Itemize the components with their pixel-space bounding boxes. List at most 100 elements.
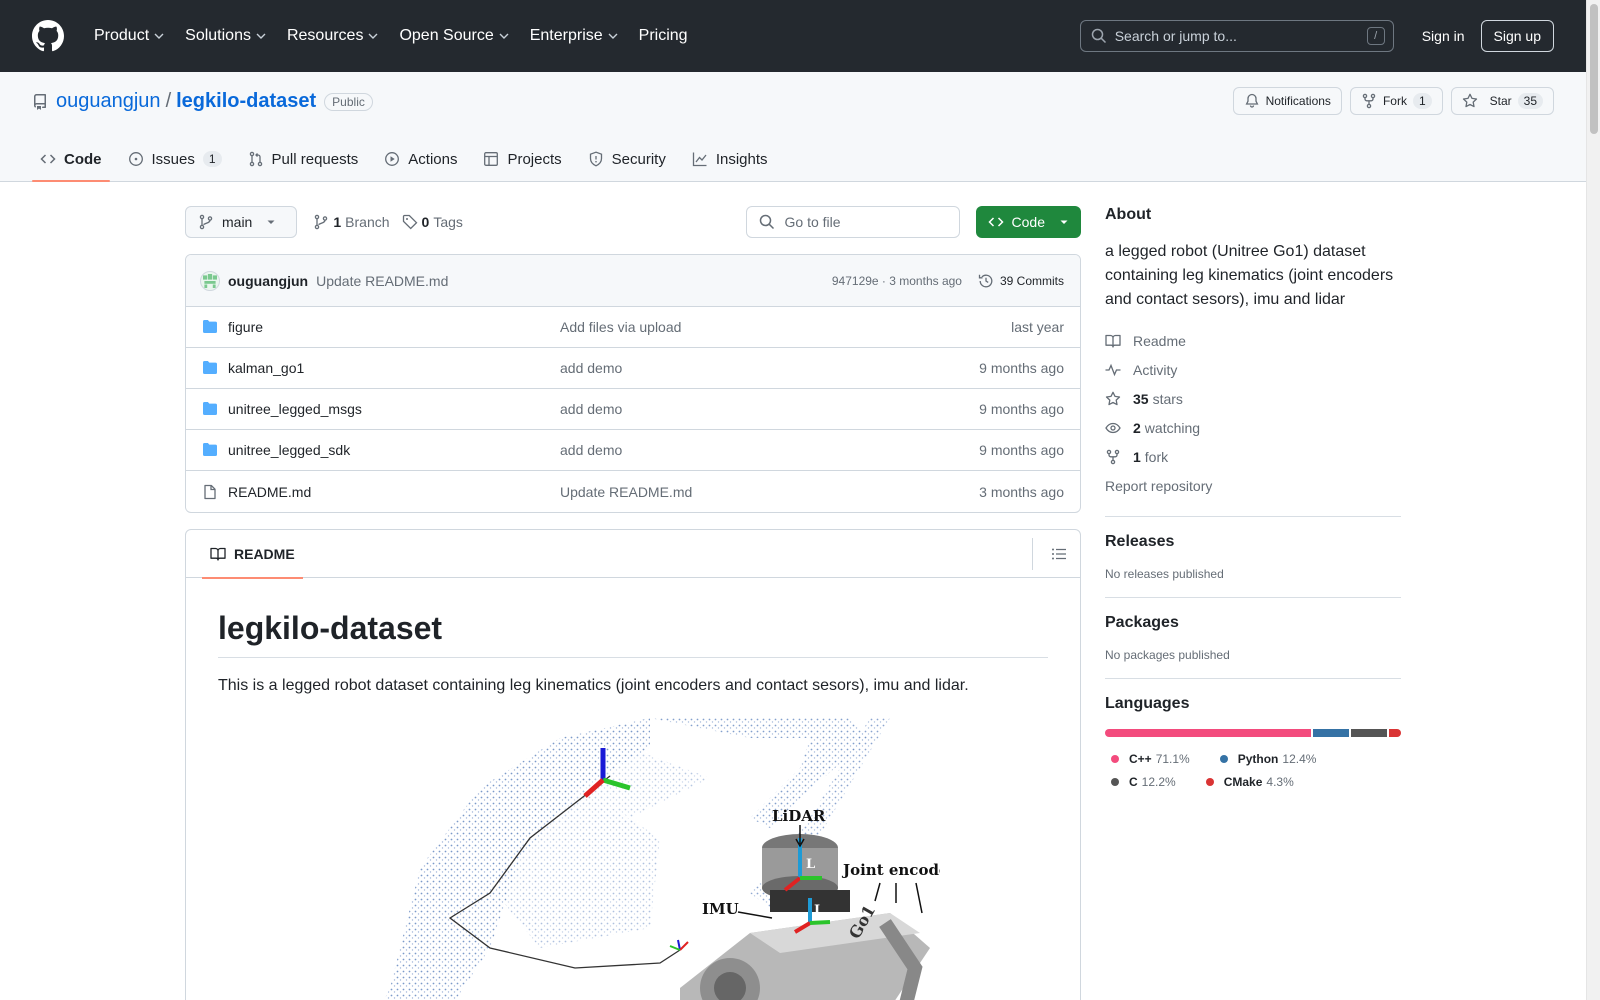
chevron-down-icon bbox=[154, 33, 164, 39]
file-name-link[interactable]: README.md bbox=[228, 484, 560, 500]
branch-select[interactable]: main bbox=[185, 206, 298, 238]
shield-icon bbox=[589, 151, 602, 167]
activity-link[interactable]: Activity bbox=[1105, 355, 1401, 384]
file-icon bbox=[204, 484, 216, 499]
language-name: CMake bbox=[1223, 774, 1263, 789]
tab-insights[interactable]: Insights bbox=[684, 136, 776, 182]
tags-link[interactable]: 0 Tags bbox=[402, 214, 463, 230]
table-row[interactable]: figure Add files via upload last year bbox=[186, 307, 1080, 348]
packages-title[interactable]: Packages bbox=[1105, 614, 1401, 632]
star-button[interactable]: Star 35 bbox=[1450, 87, 1554, 115]
commit-hash-time[interactable]: 947129e · 3 months ago bbox=[832, 274, 962, 288]
tab-security[interactable]: Security bbox=[580, 136, 674, 182]
book-icon bbox=[1105, 334, 1121, 348]
visibility-badge: Public bbox=[324, 92, 373, 111]
language-item[interactable]: C++ 71.1% bbox=[1105, 747, 1190, 770]
stars-label: stars bbox=[1152, 390, 1183, 407]
caret-down-icon bbox=[267, 220, 275, 224]
nav-resources[interactable]: Resources bbox=[279, 20, 387, 52]
repo-owner-link[interactable]: ouguangjun bbox=[56, 90, 161, 113]
sign-in-link[interactable]: Sign in bbox=[1422, 28, 1465, 44]
folder-icon bbox=[203, 402, 217, 415]
watchers-link[interactable]: 2 watching bbox=[1105, 413, 1401, 442]
nav-solutions-label: Solutions bbox=[185, 27, 251, 44]
tab-pull-requests[interactable]: Pull requests bbox=[240, 136, 367, 182]
watching-count: 2 bbox=[1133, 419, 1141, 436]
file-name-link[interactable]: unitree_legged_msgs bbox=[228, 401, 560, 417]
commit-message-link[interactable]: Update README.md bbox=[316, 273, 448, 289]
file-commit-message[interactable]: add demo bbox=[560, 401, 979, 417]
folder-icon bbox=[203, 320, 217, 333]
global-nav: Product Solutions Resources Open Source … bbox=[86, 20, 700, 52]
repo-sidebar: About a legged robot (Unitree Go1) datas… bbox=[1105, 206, 1401, 793]
stars-link[interactable]: 35 stars bbox=[1105, 384, 1401, 413]
nav-open-source[interactable]: Open Source bbox=[391, 20, 517, 52]
file-name-link[interactable]: unitree_legged_sdk bbox=[228, 442, 560, 458]
language-item[interactable]: CMake 4.3% bbox=[1200, 770, 1294, 793]
file-toolbar: main 1 Branch 0 Tags Go to file Code bbox=[185, 206, 1081, 238]
file-commit-message[interactable]: add demo bbox=[560, 442, 979, 458]
nav-enterprise[interactable]: Enterprise bbox=[522, 20, 627, 52]
code-icon bbox=[987, 217, 1004, 227]
table-row[interactable]: README.md Update README.md 3 months ago bbox=[186, 471, 1080, 512]
fork-label-sidebar: fork bbox=[1144, 448, 1169, 465]
branches-link[interactable]: 1 Branch bbox=[313, 214, 390, 230]
report-repository-link[interactable]: Report repository bbox=[1105, 471, 1401, 500]
language-bar bbox=[1105, 729, 1401, 737]
commit-author-link[interactable]: ouguangjun bbox=[228, 273, 308, 289]
global-search-input[interactable]: Search or jump to... / bbox=[1079, 20, 1394, 52]
issues-count: 1 bbox=[202, 151, 222, 167]
nav-pricing[interactable]: Pricing bbox=[631, 20, 696, 52]
code-dropdown-button[interactable]: Code bbox=[975, 206, 1081, 238]
go-to-file-input[interactable]: Go to file bbox=[745, 206, 960, 238]
readme-figure[interactable]: Go1 LiDAR Joint encoder IMU L I bbox=[330, 718, 1048, 1000]
list-icon bbox=[1051, 548, 1066, 559]
sidebar-divider bbox=[1105, 516, 1401, 517]
main-content: main 1 Branch 0 Tags Go to file Code oug… bbox=[185, 206, 1081, 1000]
readme-header: README bbox=[186, 530, 1080, 579]
tab-pull-requests-label: Pull requests bbox=[271, 150, 359, 168]
nav-solutions[interactable]: Solutions bbox=[177, 20, 275, 52]
avatar[interactable] bbox=[200, 270, 220, 291]
language-item[interactable]: Python 12.4% bbox=[1214, 747, 1316, 770]
nav-product[interactable]: Product bbox=[86, 20, 173, 52]
table-row[interactable]: kalman_go1 add demo 9 months ago bbox=[186, 348, 1080, 389]
latest-commit-row: ouguangjun Update README.md 947129e · 3 … bbox=[186, 255, 1080, 307]
tab-issues[interactable]: Issues 1 bbox=[120, 136, 230, 182]
chevron-down-icon bbox=[608, 33, 618, 39]
repo-name-link[interactable]: legkilo-dataset bbox=[176, 90, 316, 113]
page-scrollbar[interactable] bbox=[1586, 0, 1600, 1000]
tab-code[interactable]: Code bbox=[32, 136, 110, 182]
fork-button[interactable]: Fork 1 bbox=[1349, 87, 1443, 115]
readme-link[interactable]: Readme bbox=[1105, 326, 1401, 355]
file-name-link[interactable]: kalman_go1 bbox=[228, 360, 560, 376]
outline-button[interactable] bbox=[1032, 537, 1072, 570]
table-row[interactable]: unitree_legged_msgs add demo 9 months ag… bbox=[186, 389, 1080, 430]
releases-title[interactable]: Releases bbox=[1105, 533, 1401, 551]
repo-header: ouguangjun / legkilo-dataset Public Noti… bbox=[0, 72, 1586, 182]
language-item[interactable]: C 12.2% bbox=[1105, 770, 1176, 793]
tab-projects[interactable]: Projects bbox=[475, 136, 569, 182]
file-commit-message[interactable]: add demo bbox=[560, 360, 979, 376]
file-commit-message[interactable]: Add files via upload bbox=[560, 319, 1011, 335]
file-name-link[interactable]: figure bbox=[228, 319, 560, 335]
forks-link[interactable]: 1 fork bbox=[1105, 442, 1401, 471]
table-row[interactable]: unitree_legged_sdk add demo 9 months ago bbox=[186, 430, 1080, 471]
file-age: last year bbox=[1011, 319, 1064, 335]
readme-tab[interactable]: README bbox=[202, 530, 303, 579]
tab-actions[interactable]: Actions bbox=[376, 136, 465, 182]
language-list: C++ 71.1% Python 12.4% C 12.2% CMake 4.3% bbox=[1105, 747, 1401, 793]
notifications-button[interactable]: Notifications bbox=[1232, 87, 1342, 115]
folder-icon bbox=[203, 361, 217, 374]
lidar-map-figure: Go1 LiDAR Joint encoder IMU L I bbox=[384, 718, 940, 1000]
github-logo-icon[interactable] bbox=[32, 20, 64, 52]
file-commit-message[interactable]: Update README.md bbox=[560, 484, 979, 500]
scrollbar-thumb[interactable] bbox=[1590, 4, 1598, 134]
tab-insights-label: Insights bbox=[715, 150, 768, 168]
releases-empty-text: No releases published bbox=[1105, 567, 1224, 581]
chevron-down-icon bbox=[368, 33, 378, 39]
sign-up-button[interactable]: Sign up bbox=[1480, 20, 1554, 52]
commits-history-link[interactable]: 39 Commits bbox=[978, 273, 1064, 289]
star-label: Star bbox=[1489, 94, 1512, 108]
branch-label: Branch bbox=[345, 214, 390, 230]
